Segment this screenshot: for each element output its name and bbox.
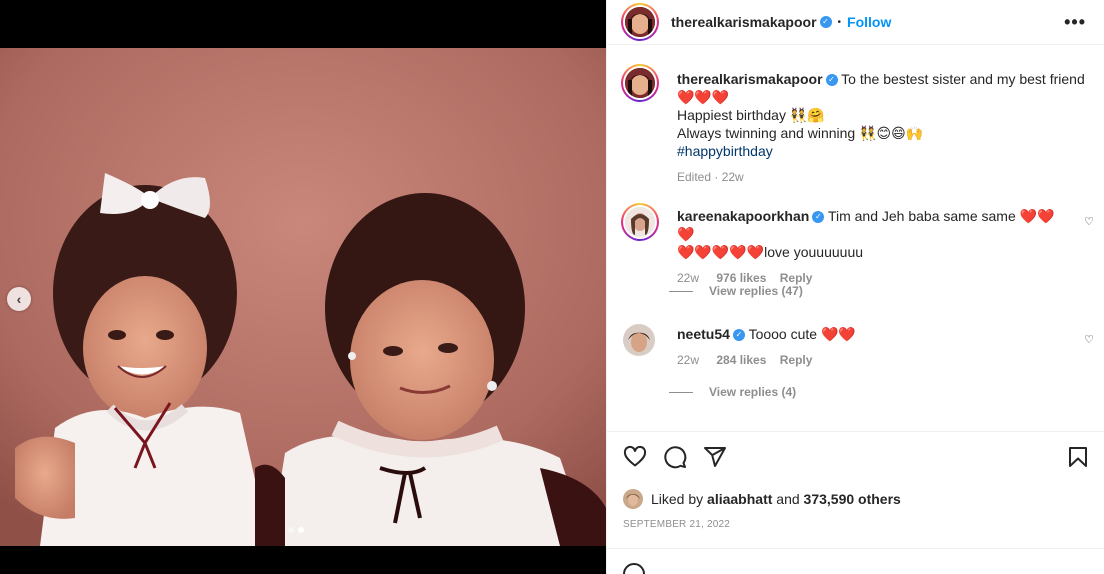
more-options-icon[interactable]: ••• [1064, 12, 1086, 33]
comment-like-heart-icon[interactable]: ♡ [1084, 215, 1094, 228]
author-avatar[interactable] [621, 3, 659, 41]
photo-image [0, 48, 606, 546]
liked-by-user[interactable]: aliaabhatt [707, 491, 772, 507]
author-username[interactable]: therealkarismakapoor [671, 14, 817, 30]
caption-author-avatar[interactable] [621, 64, 659, 102]
media-viewer: ‹ [0, 0, 606, 574]
verified-badge-icon: ✓ [825, 74, 838, 87]
comment-likes[interactable]: 976 likes [716, 271, 766, 285]
heart-icon[interactable] [623, 445, 647, 472]
comment-likes[interactable]: 284 likes [716, 353, 766, 367]
post-header: therealkarismakapoor ✓ • Follow ••• [607, 0, 1104, 45]
comments-scroll-area[interactable]: therealkarismakapoor ✓ To the bestest sis… [607, 46, 1104, 432]
action-bar [623, 445, 1090, 473]
caption-line-3: Happiest birthday 👯🤗 [677, 107, 825, 123]
likes-count[interactable]: 373,590 others [804, 491, 901, 507]
caption-edited: Edited · 22w [677, 170, 744, 184]
verified-badge-icon: ✓ [732, 329, 745, 342]
comment-age: 22w [677, 353, 700, 367]
caption-hashtag[interactable]: #happybirthday [677, 142, 1093, 160]
caption-line-1: To the bestest sister and my best friend [841, 71, 1085, 87]
comment-username[interactable]: neetu54 [677, 326, 730, 342]
comment-age: 22w [677, 271, 700, 285]
comment-text-cont: ❤️❤️❤️❤️❤️love youuuuuuu [677, 244, 864, 260]
follow-button[interactable]: Follow [847, 14, 891, 30]
reply-button[interactable]: Reply [780, 271, 813, 285]
post-photo [0, 48, 606, 546]
emoji-icon[interactable] [623, 563, 645, 574]
carousel-indicator [288, 527, 304, 533]
verified-badge-icon: ✓ [819, 16, 832, 28]
comment-username[interactable]: kareenakapoorkhan [677, 208, 809, 224]
add-comment-bar [607, 548, 1104, 574]
previous-photo-button[interactable]: ‹ [7, 287, 31, 311]
caption-line-4: Always twinning and winning 👯😊😄🙌 [677, 125, 924, 141]
separator-dot: • [837, 16, 842, 28]
commenter-avatar[interactable] [623, 324, 655, 356]
liked-by-prefix: Liked by [651, 491, 704, 507]
caption-username[interactable]: therealkarismakapoor [677, 71, 823, 87]
liked-by-and: and [776, 491, 800, 507]
carousel-dot-active [298, 527, 304, 533]
view-replies-button[interactable]: View replies (4) [669, 385, 796, 399]
bookmark-icon[interactable] [1066, 445, 1090, 472]
comment-icon[interactable] [663, 445, 687, 472]
carousel-dot [288, 527, 294, 533]
comment-text: Toooo cute ❤️❤️ [748, 326, 856, 342]
commenter-avatar[interactable] [621, 203, 659, 241]
post-modal: ‹ therealkarismakapoor ✓ • Follow ••• th… [0, 0, 1104, 574]
comment-like-heart-icon[interactable]: ♡ [1084, 333, 1094, 346]
chevron-left-icon: ‹ [16, 291, 22, 307]
view-replies-button[interactable]: View replies (47) [669, 284, 803, 298]
likes-summary: Liked by aliaabhatt and 373,590 others [623, 489, 901, 509]
post-date: SEPTEMBER 21, 2022 [623, 519, 730, 530]
post-side-panel: therealkarismakapoor ✓ • Follow ••• ther… [606, 0, 1104, 574]
caption-hearts: ❤️❤️❤️ [677, 89, 730, 105]
paper-plane-icon[interactable] [703, 445, 727, 472]
reply-button[interactable]: Reply [780, 353, 813, 367]
liker-avatar[interactable] [623, 489, 643, 509]
verified-badge-icon: ✓ [812, 211, 825, 224]
